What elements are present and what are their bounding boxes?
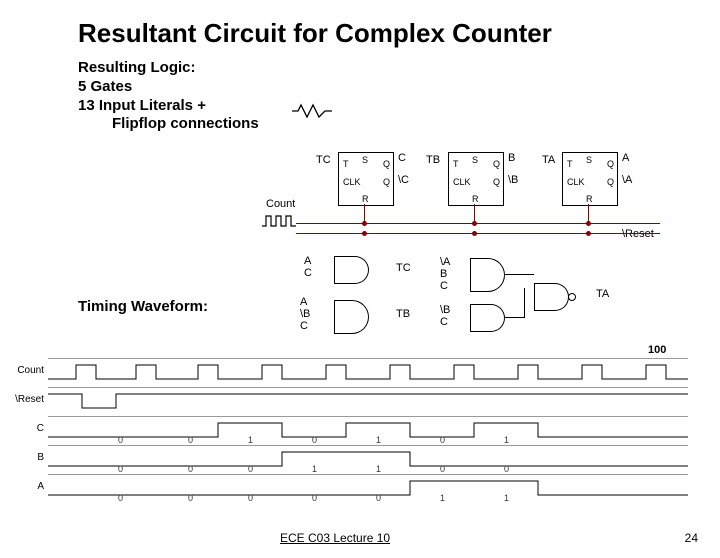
ff-pin-s: S: [362, 155, 368, 165]
flipflop-tc: T S Q CLK Q R: [338, 152, 394, 206]
flipflop-ta: T S Q CLK Q R: [562, 152, 618, 206]
bullet-1: 5 Gates: [78, 78, 720, 97]
ff-pin-q: Q: [383, 159, 390, 169]
bullet-3: Flipflop connections: [112, 115, 720, 134]
bullet-2: 13 Input Literals +: [78, 97, 720, 116]
resistor-icon: [292, 104, 332, 118]
wire: [474, 204, 475, 224]
wire-node: [362, 231, 367, 236]
ff-pin-clk: CLK: [567, 177, 585, 187]
and-gate-ta1: [470, 258, 505, 292]
timing-heading: Timing Waveform:: [78, 298, 208, 315]
wire-node: [472, 231, 477, 236]
wave-icon: [48, 363, 688, 381]
ff-pin-t: T: [453, 159, 459, 169]
timing-waveform: 100 Count \Reset C 0 0 1 0 1 0 1 B 0 0 0…: [48, 358, 688, 528]
ff-pin-q: Q: [607, 159, 614, 169]
bullet-heading: Resulting Logic:: [78, 59, 720, 78]
timing-row-b: B 0 0 0 1 1 0 0: [48, 445, 688, 474]
timing-100-label: 100: [648, 344, 666, 356]
flipflop-tb: T S Q CLK Q R: [448, 152, 504, 206]
gate-tb-output: TB: [396, 308, 410, 320]
ff-pin-s: S: [472, 155, 478, 165]
wire: [588, 204, 589, 224]
bubble-icon: [568, 293, 576, 301]
wave-icon: [48, 392, 688, 410]
ff-pin-qbar: Q: [383, 177, 390, 187]
gate-ta2-inputs: \B C: [440, 304, 450, 328]
ff-pin-qbar: Q: [607, 177, 614, 187]
ff-tc-qbar: \C: [398, 174, 409, 186]
timing-row-c: C 0 0 1 0 1 0 1: [48, 416, 688, 445]
ff-pin-s: S: [586, 155, 592, 165]
page-title: Resultant Circuit for Complex Counter: [78, 18, 720, 49]
ff-pin-t: T: [343, 159, 349, 169]
wire-node: [586, 231, 591, 236]
wire: [364, 204, 365, 224]
ff-pin-qbar: Q: [493, 177, 500, 187]
wire: [296, 223, 660, 224]
and-gate-tc: [334, 256, 369, 284]
ff-pin-r: R: [586, 194, 593, 204]
wire: [296, 233, 660, 234]
ff-ta-qbar: \A: [622, 174, 632, 186]
wire: [504, 317, 524, 318]
ff-ta-name: TA: [542, 154, 555, 166]
pulse-icon: [262, 214, 296, 228]
timing-row-a: A 0 0 0 0 0 1 1: [48, 474, 688, 503]
reset-label: \Reset: [622, 228, 654, 240]
ff-ta-q: A: [622, 152, 629, 164]
page-number: 24: [685, 531, 698, 545]
wave-icon: [48, 479, 688, 497]
timing-row-count: Count: [48, 358, 688, 387]
ff-tb-name: TB: [426, 154, 440, 166]
footer-lecture: ECE C03 Lecture 10: [280, 531, 390, 545]
wire: [524, 288, 525, 318]
and-gate-tb: [334, 300, 369, 334]
count-label: Count: [266, 198, 295, 210]
resulting-logic-block: Resulting Logic: 5 Gates 13 Input Litera…: [78, 59, 720, 134]
ff-pin-clk: CLK: [453, 177, 471, 187]
ff-pin-clk: CLK: [343, 177, 361, 187]
ff-tc-q: C: [398, 152, 406, 164]
wave-icon: [48, 421, 688, 439]
ff-pin-t: T: [567, 159, 573, 169]
gate-tc-inputs: A C: [304, 255, 312, 279]
gate-tc-output: TC: [396, 262, 411, 274]
wave-icon: [48, 450, 688, 468]
and-gate-ta2: [470, 304, 505, 332]
ff-tb-q: B: [508, 152, 515, 164]
gate-tb-inputs: A \B C: [300, 296, 310, 332]
ff-pin-q: Q: [493, 159, 500, 169]
gate-ta1-inputs: \A B C: [440, 256, 450, 292]
ff-tc-name: TC: [316, 154, 331, 166]
gate-ta-output: TA: [596, 288, 609, 300]
ff-pin-r: R: [472, 194, 479, 204]
or-gate-ta: [534, 283, 569, 311]
wire: [504, 274, 534, 275]
ff-tb-qbar: \B: [508, 174, 518, 186]
timing-row-reset: \Reset: [48, 387, 688, 416]
ff-pin-r: R: [362, 194, 369, 204]
